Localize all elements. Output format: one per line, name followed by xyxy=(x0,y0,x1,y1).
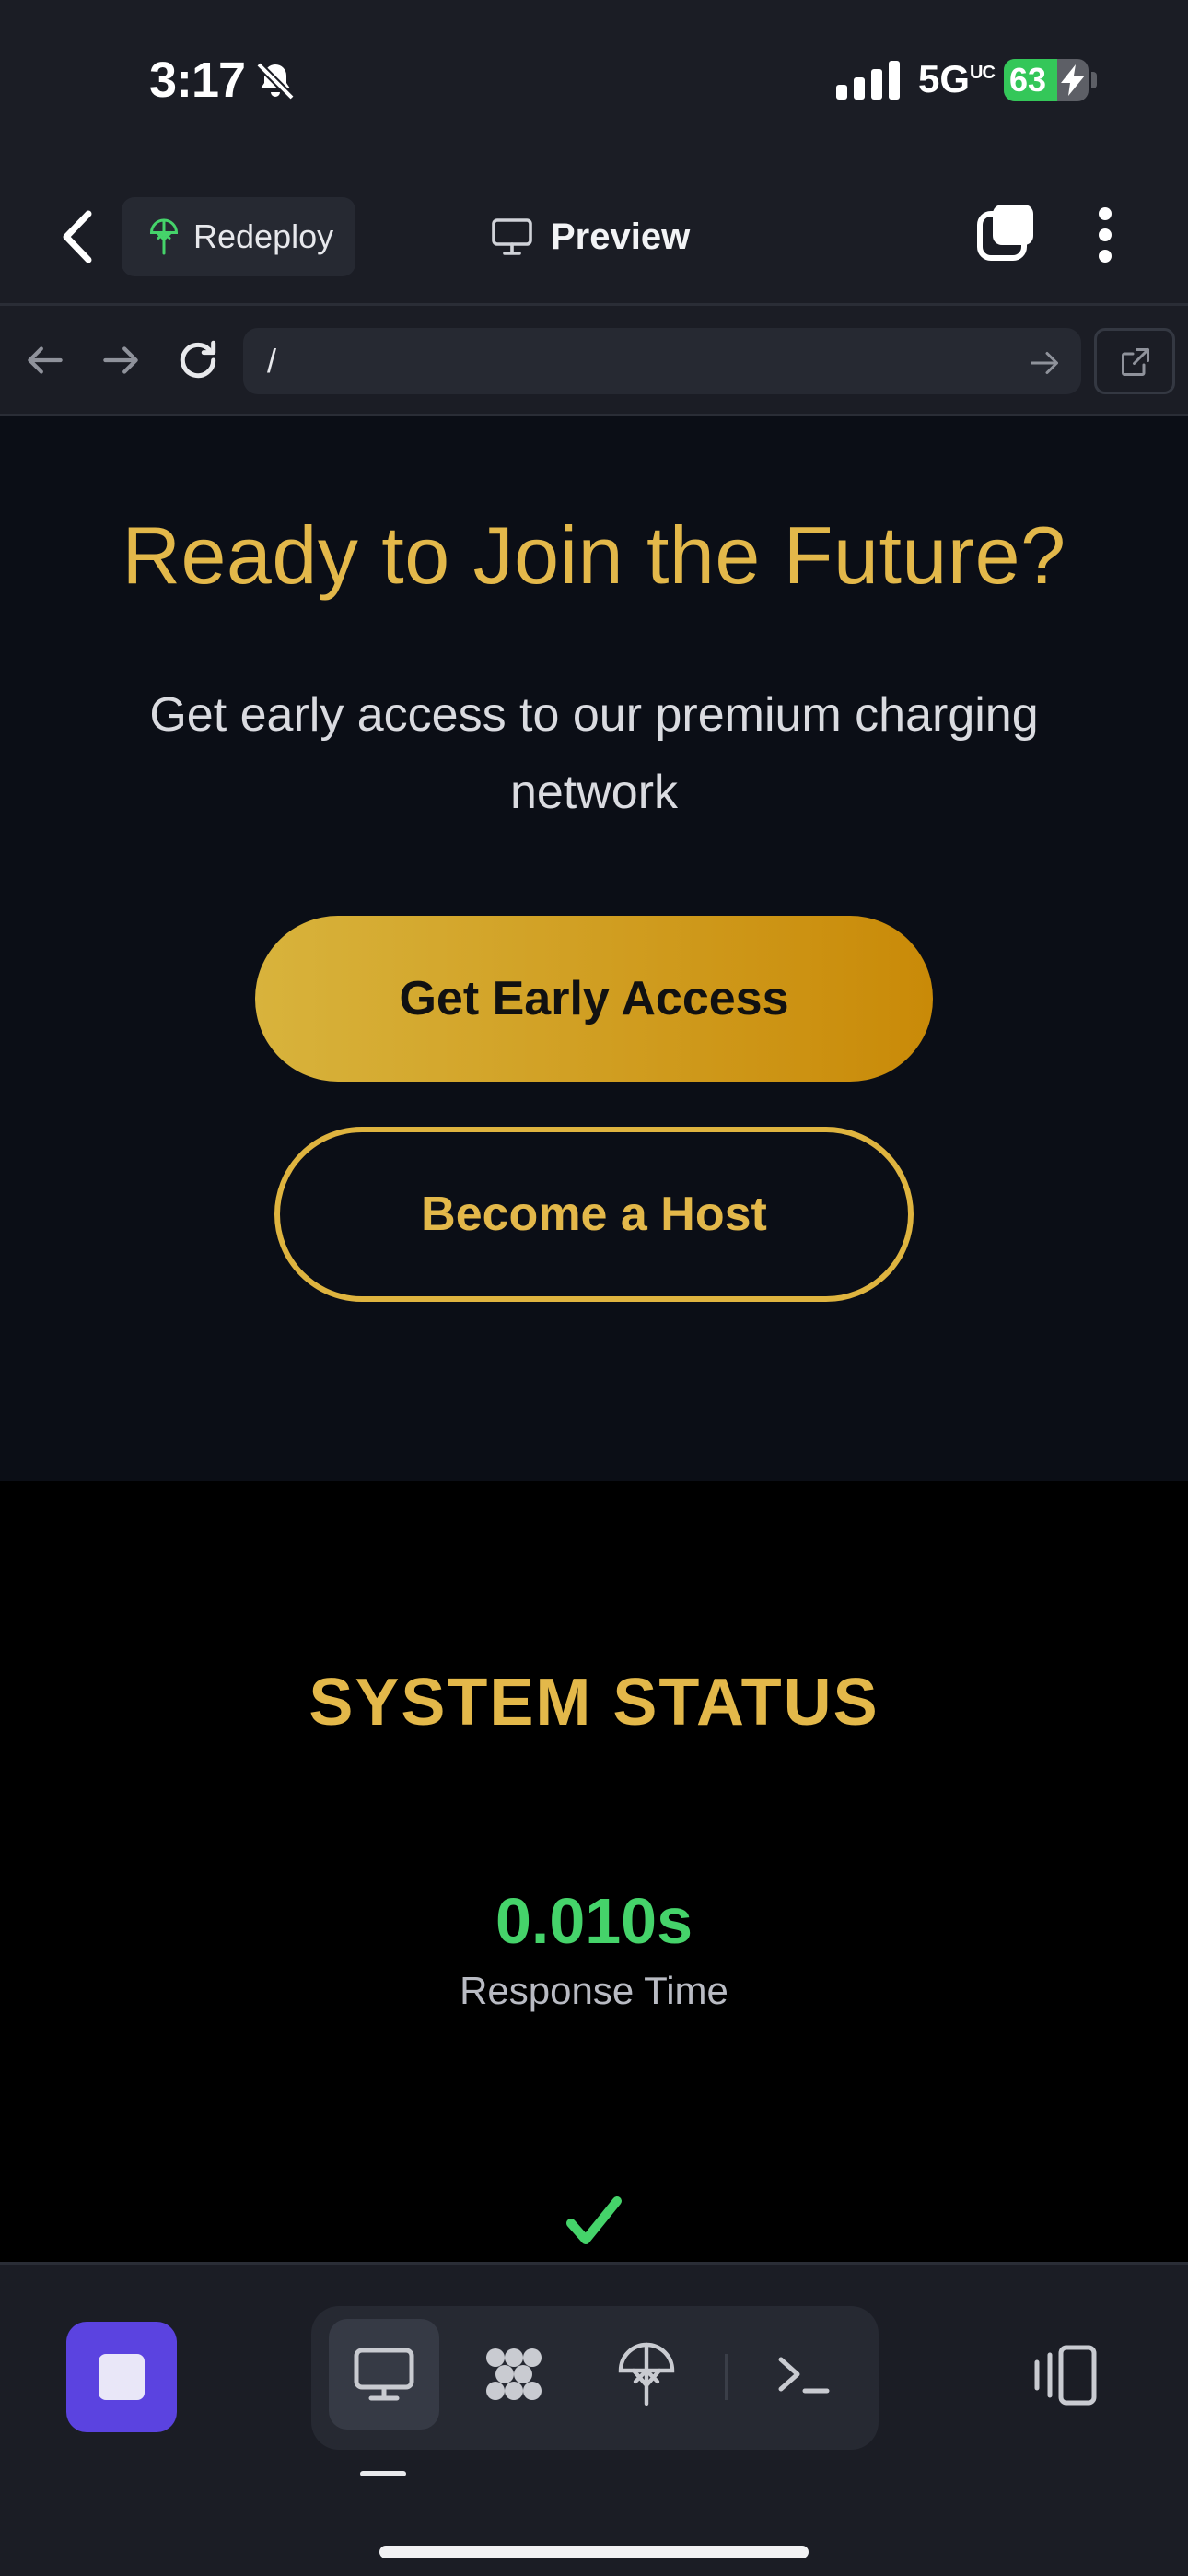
go-arrow-icon[interactable] xyxy=(1028,346,1061,380)
redeploy-label: Redeploy xyxy=(193,217,334,255)
bell-muted-icon xyxy=(256,62,295,100)
system-status-section: SYSTEM STATUS 0.010s Response Time xyxy=(0,1481,1188,2264)
status-time: 3:17 xyxy=(149,53,246,108)
back-chevron-icon[interactable] xyxy=(52,205,103,269)
stop-button[interactable] xyxy=(66,2322,177,2432)
deploy-icon xyxy=(618,2342,675,2406)
arrow-left-icon[interactable] xyxy=(22,337,68,383)
charging-bolt-icon xyxy=(1061,64,1085,96)
monitor-icon xyxy=(492,218,532,255)
battery-indicator: 63 xyxy=(1004,59,1089,101)
check-icon xyxy=(566,2196,622,2244)
cta-title: Ready to Join the Future? xyxy=(122,509,1066,601)
preview-tab-button[interactable] xyxy=(329,2319,439,2430)
response-time-value: 0.010s xyxy=(495,1885,693,1957)
cellular-signal-icon xyxy=(836,61,900,100)
app-header: Redeploy Preview xyxy=(0,166,1188,306)
view-switcher xyxy=(311,2306,879,2450)
network-type: 5GUC xyxy=(918,57,996,100)
redeploy-button[interactable]: Redeploy xyxy=(122,197,355,276)
active-tab-indicator xyxy=(360,2471,406,2476)
get-early-access-button[interactable]: Get Early Access xyxy=(255,916,933,1082)
battery-percent: 63 xyxy=(1009,61,1047,99)
become-host-button[interactable]: Become a Host xyxy=(274,1127,914,1302)
deploy-tab-button[interactable] xyxy=(591,2319,702,2430)
layout-toggle-icon[interactable] xyxy=(1030,2340,1100,2410)
arrow-right-icon[interactable] xyxy=(98,337,144,383)
status-bar: 3:17 5GUC 63 xyxy=(0,0,1188,166)
redeploy-icon xyxy=(149,218,179,255)
cta-subtitle: Get early access to our premium charging… xyxy=(149,688,1039,819)
preview-label: Preview xyxy=(551,216,691,257)
stop-icon xyxy=(99,2354,145,2400)
url-input[interactable] xyxy=(243,328,1081,394)
modules-icon xyxy=(486,2348,542,2400)
system-status-title: SYSTEM STATUS xyxy=(309,1666,879,1739)
url-bar xyxy=(0,306,1188,416)
bottom-toolbar xyxy=(0,2262,1188,2576)
modules-tab-button[interactable] xyxy=(459,2319,569,2430)
preview-title[interactable]: Preview xyxy=(490,208,690,265)
preview-monitor-icon xyxy=(354,2348,414,2401)
open-external-icon xyxy=(1122,348,1149,376)
open-external-button[interactable] xyxy=(1094,328,1175,394)
reload-icon[interactable] xyxy=(175,337,221,383)
toolbar-divider xyxy=(725,2354,728,2400)
terminal-icon xyxy=(778,2357,830,2394)
response-time-label: Response Time xyxy=(460,1969,728,2012)
tabs-icon[interactable] xyxy=(976,203,1037,263)
more-vertical-icon[interactable] xyxy=(1087,203,1124,267)
terminal-tab-button[interactable] xyxy=(748,2319,858,2430)
cta-section: Ready to Join the Future? Get early acce… xyxy=(0,416,1188,1481)
home-indicator xyxy=(379,2546,809,2558)
battery-cap xyxy=(1091,72,1097,88)
